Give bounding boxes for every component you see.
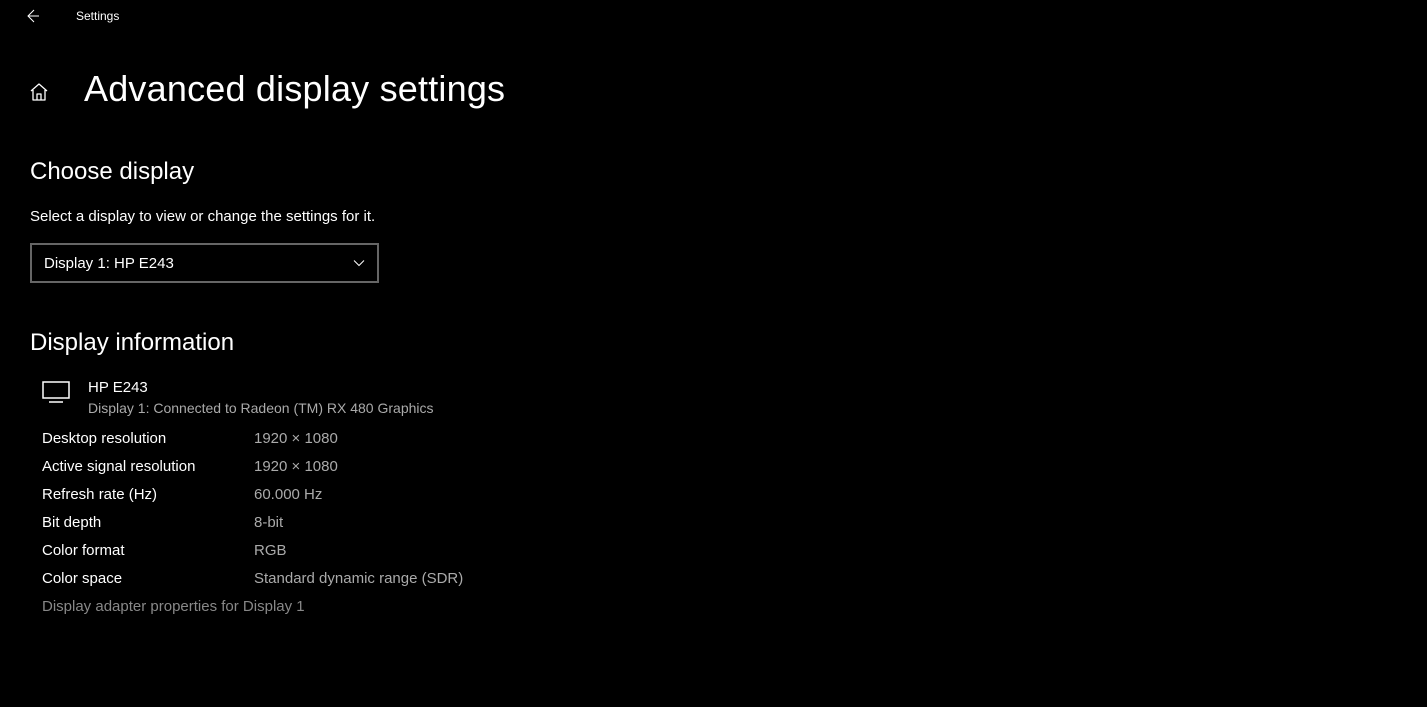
table-row: Active signal resolution 1920 × 1080 [42,458,1427,475]
display-selector-dropdown[interactable]: Display 1: HP E243 [30,243,379,283]
back-arrow-icon [24,8,40,24]
prop-label: Active signal resolution [42,458,254,475]
adapter-properties-link[interactable]: Display adapter properties for Display 1 [42,598,1427,615]
prop-label: Refresh rate (Hz) [42,486,254,503]
prop-label: Desktop resolution [42,430,254,447]
app-title: Settings [76,9,119,23]
prop-label: Bit depth [42,514,254,531]
table-row: Color format RGB [42,542,1427,559]
display-info-heading: Display information [30,329,1427,357]
back-button[interactable] [18,2,46,30]
prop-value: 60.000 Hz [254,486,322,503]
choose-display-description: Select a display to view or change the s… [30,208,1427,225]
header: Advanced display settings [0,68,1427,110]
choose-display-heading: Choose display [30,158,1427,186]
prop-value: 1920 × 1080 [254,458,338,475]
prop-label: Color space [42,570,254,587]
content: Choose display Select a display to view … [0,110,1427,615]
prop-value: RGB [254,542,287,559]
table-row: Color space Standard dynamic range (SDR) [42,570,1427,587]
prop-label: Color format [42,542,254,559]
chevron-down-icon [353,257,365,269]
display-properties-table: Desktop resolution 1920 × 1080 Active si… [42,430,1427,587]
monitor-connection: Display 1: Connected to Radeon (TM) RX 4… [88,400,434,416]
prop-value: Standard dynamic range (SDR) [254,570,463,587]
monitor-name: HP E243 [88,379,434,396]
home-icon [29,82,49,102]
dropdown-selected-text: Display 1: HP E243 [44,255,174,272]
prop-value: 8-bit [254,514,283,531]
table-row: Desktop resolution 1920 × 1080 [42,430,1427,447]
display-information-section: Display information HP E243 Display 1: C… [30,329,1427,615]
home-button[interactable] [28,81,50,103]
monitor-summary: HP E243 Display 1: Connected to Radeon (… [42,379,1427,416]
page-title: Advanced display settings [84,68,505,110]
table-row: Bit depth 8-bit [42,514,1427,531]
titlebar: Settings [0,0,1427,32]
prop-value: 1920 × 1080 [254,430,338,447]
table-row: Refresh rate (Hz) 60.000 Hz [42,486,1427,503]
monitor-icon [42,381,72,408]
